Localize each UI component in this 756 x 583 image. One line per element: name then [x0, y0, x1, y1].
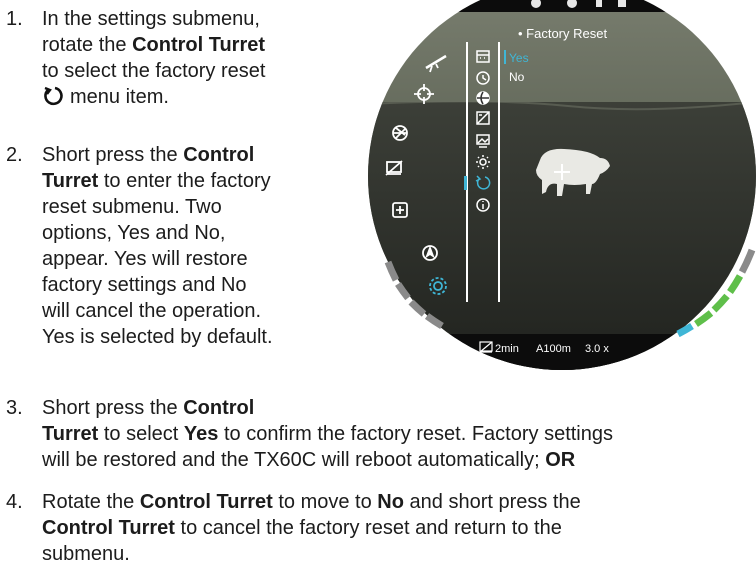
step-line: rotate the Control Turret	[42, 32, 265, 58]
step-line: reset submenu. Two	[42, 194, 273, 220]
step-line: options, Yes and No,	[42, 220, 273, 246]
step-line: to select the factory reset	[42, 58, 265, 84]
step-text: to select	[98, 423, 184, 445]
submenu-title: • Factory Reset	[518, 26, 607, 41]
step-line: appear. Yes will restore	[42, 246, 273, 272]
step-line: will be restored and the TX60C will rebo…	[42, 447, 613, 473]
step-text: to enter the factory	[98, 170, 271, 192]
status-zoom: 3.0 x	[585, 343, 609, 355]
step-line: In the settings submenu,	[42, 6, 265, 32]
step-text: to cancel the factory reset and return t…	[174, 517, 562, 539]
step-text: Yes is selected by default.	[42, 326, 273, 348]
option-no[interactable]: No	[509, 70, 525, 84]
step-line: Short press the Control	[42, 395, 613, 421]
step-line: menu item.	[42, 84, 265, 110]
emphasis-text: OR	[545, 449, 576, 471]
option-yes[interactable]: Yes	[509, 51, 529, 65]
step-text: will cancel the operation.	[42, 300, 262, 322]
step-text: rotate the	[42, 34, 133, 56]
status-range: A100m	[536, 343, 571, 355]
emphasis-text: Turret	[42, 423, 99, 445]
emphasis-text: Control	[183, 397, 255, 419]
emphasis-text: No	[377, 491, 404, 513]
globe-icon	[476, 91, 490, 105]
step-text: options, Yes and No,	[42, 222, 226, 244]
step-line: will cancel the operation.	[42, 298, 273, 324]
step-line: Short press the Control	[42, 142, 273, 168]
emphasis-text: Turret	[42, 170, 99, 192]
step-line: Control Turret to cancel the factory res…	[42, 515, 581, 541]
scope-screen-illustration: • Factory Reset Yes No 2min A100m 3.0 x	[368, 0, 756, 370]
step-text: Rotate the	[42, 491, 140, 513]
step-number: 4.	[6, 491, 23, 513]
step-number: 1.	[6, 8, 23, 30]
step-line: factory settings and No	[42, 272, 273, 298]
step-text: In the settings submenu,	[42, 8, 260, 30]
step-line: Turret to enter the factory	[42, 168, 273, 194]
step-text: reset submenu. Two	[42, 196, 222, 218]
step-text: to move to	[272, 491, 378, 513]
step-text: to confirm the factory reset. Factory se…	[218, 423, 613, 445]
step-text: factory settings and No	[42, 274, 247, 296]
step-text: submenu.	[42, 543, 130, 565]
step-number: 2.	[6, 144, 23, 166]
step-text: Short press the	[42, 397, 184, 419]
emphasis-text: Control Turret	[132, 34, 266, 56]
step-text: to select the factory reset	[42, 60, 266, 82]
step-line: submenu.	[42, 541, 581, 567]
step-text: will be restored and the TX60C will rebo…	[42, 449, 546, 471]
emphasis-text: Control Turret	[42, 517, 175, 539]
step-text: Short press the	[42, 144, 184, 166]
emphasis-text: Control	[183, 144, 255, 166]
step-line: Rotate the Control Turret to move to No …	[42, 489, 581, 515]
yes-selection-marker	[504, 50, 506, 64]
step-text: appear. Yes will restore	[42, 248, 248, 270]
reset-icon	[44, 86, 63, 106]
emphasis-text: Control Turret	[139, 491, 273, 513]
status-timer: 2min	[495, 343, 519, 355]
step-text: and short press the	[403, 491, 581, 513]
emphasis-text: Yes	[183, 423, 219, 445]
selection-marker	[464, 176, 467, 190]
step-text: menu item.	[70, 86, 169, 108]
step-number: 3.	[6, 397, 23, 419]
step-line: Turret to select Yes to confirm the fact…	[42, 421, 613, 447]
step-line: Yes is selected by default.	[42, 324, 273, 350]
